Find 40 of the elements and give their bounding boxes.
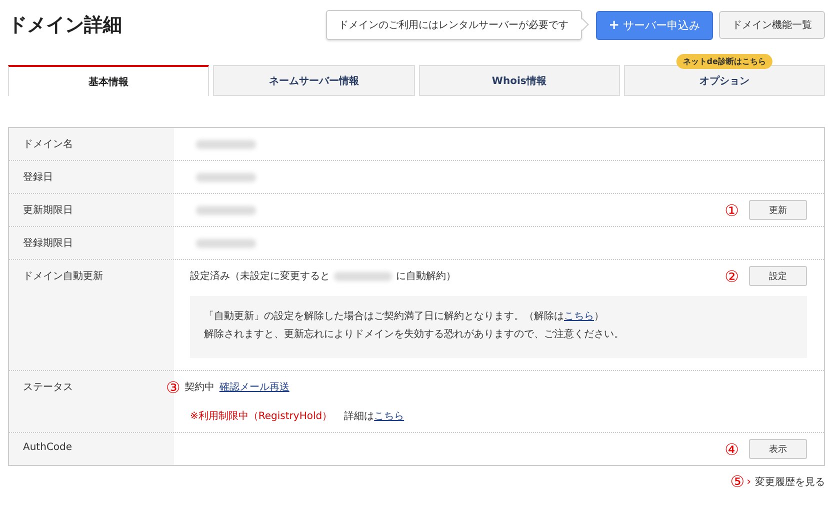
link[interactable]: こちら [374, 411, 404, 422]
tab[interactable]: オプション [624, 65, 825, 96]
step-marker: ⑤ [730, 472, 745, 491]
step-marker: ③ [166, 378, 180, 396]
setting-text: に自動解約） [396, 270, 456, 283]
action-button[interactable]: 表示 [749, 439, 807, 459]
history-link[interactable]: 変更履歴を見る [755, 474, 825, 488]
setting-text: 設定済み（未設定に変更すると [190, 270, 330, 283]
chevron-icon: › [746, 475, 751, 488]
action-button[interactable]: 更新 [749, 200, 807, 220]
tab[interactable]: Whois情報 [418, 65, 620, 96]
step-marker: ④ [724, 440, 739, 458]
link[interactable]: こちら [564, 311, 594, 322]
step-marker: ② [724, 266, 739, 286]
redacted-value [334, 272, 392, 280]
tab[interactable]: 基本情報 [8, 65, 210, 96]
page-title: ドメイン詳細 [8, 13, 122, 38]
row-label: ドメイン自動更新 [23, 271, 103, 282]
warning-text: ※利用制限中（RegistryHold） [190, 410, 332, 423]
redacted-value [196, 238, 256, 248]
redacted-value [196, 172, 256, 182]
detail-text: 詳細はこちら [344, 410, 404, 423]
note-text: 解除されますと、更新忘れによりドメインを失効する恐れがありますので、ご注意ください。 [204, 328, 625, 342]
row-label: 更新期限日 [23, 205, 73, 216]
tab[interactable]: ネームサーバー情報 [213, 65, 414, 96]
row-label: 登録期限日 [23, 238, 73, 249]
promo-badge[interactable]: ネットde診断はこちら [676, 54, 772, 69]
row-label: ドメイン名 [23, 139, 73, 150]
action-button[interactable]: 設定 [749, 266, 807, 286]
redacted-value [196, 140, 256, 148]
server-apply-button[interactable]: + サーバー申込み [596, 10, 713, 40]
domain-features-button[interactable]: ドメイン機能一覧 [719, 11, 825, 39]
note-text: 「自動更新」の設定を解除した場合はご契約満了日に解約となります。（解除はこちら） [204, 310, 605, 324]
status-text: 契約中 [184, 380, 214, 394]
redacted-value [196, 206, 256, 214]
row-label: 登録日 [23, 172, 53, 183]
step-marker: ① [724, 200, 739, 220]
resend-link[interactable]: 確認メール再送 [219, 380, 290, 394]
row-label: ステータス [23, 382, 73, 393]
row-label: AuthCode [23, 442, 72, 453]
